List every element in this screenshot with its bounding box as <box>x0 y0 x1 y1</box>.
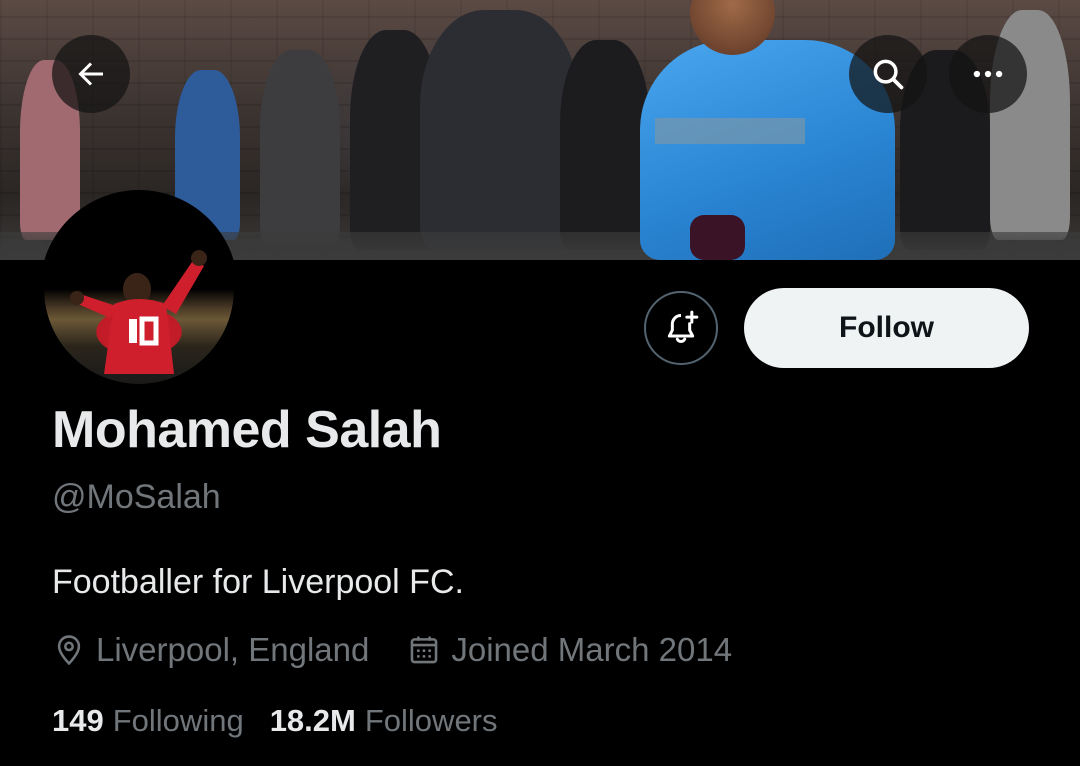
more-options-button[interactable] <box>949 35 1027 113</box>
profile-display-name: Mohamed Salah <box>52 401 442 459</box>
follow-button[interactable]: Follow <box>744 288 1029 368</box>
following-label: Following <box>112 703 244 738</box>
following-count: 149 <box>52 703 104 738</box>
followers-count: 18.2M <box>269 703 356 738</box>
joined-text: Joined March 2014 <box>451 631 733 668</box>
avatar-player-figure <box>70 250 207 374</box>
profile-avatar[interactable] <box>40 190 238 388</box>
banner-crowd-figure <box>420 10 580 250</box>
profile-location: Liverpool, England <box>52 631 369 669</box>
more-horizontal-icon <box>973 70 1003 78</box>
calendar-icon <box>411 636 438 664</box>
following-link[interactable]: 149 Following <box>52 703 244 739</box>
bell-plus-icon <box>667 310 699 344</box>
profile-stats: 149 Following 18.2M Followers <box>52 703 498 739</box>
banner-runner-glove <box>690 215 745 260</box>
notifications-button[interactable] <box>644 291 718 365</box>
followers-link[interactable]: 18.2M Followers <box>270 703 498 739</box>
search-icon <box>873 59 904 90</box>
profile-handle: @MoSalah <box>52 478 221 516</box>
search-button[interactable] <box>849 35 927 113</box>
profile-bio: Footballer for Liverpool FC. <box>52 563 464 601</box>
location-pin-icon <box>57 635 81 666</box>
profile-meta: Liverpool, England Joined March 2014 <box>52 630 732 670</box>
arrow-left-icon <box>78 62 103 86</box>
location-text: Liverpool, England <box>96 631 370 668</box>
back-button[interactable] <box>52 35 130 113</box>
banner-crowd-figure <box>560 40 650 250</box>
banner-crowd-figure <box>260 50 340 245</box>
followers-label: Followers <box>364 703 498 738</box>
banner-jacket-stripe <box>655 118 805 144</box>
profile-joined: Joined March 2014 <box>407 631 732 669</box>
